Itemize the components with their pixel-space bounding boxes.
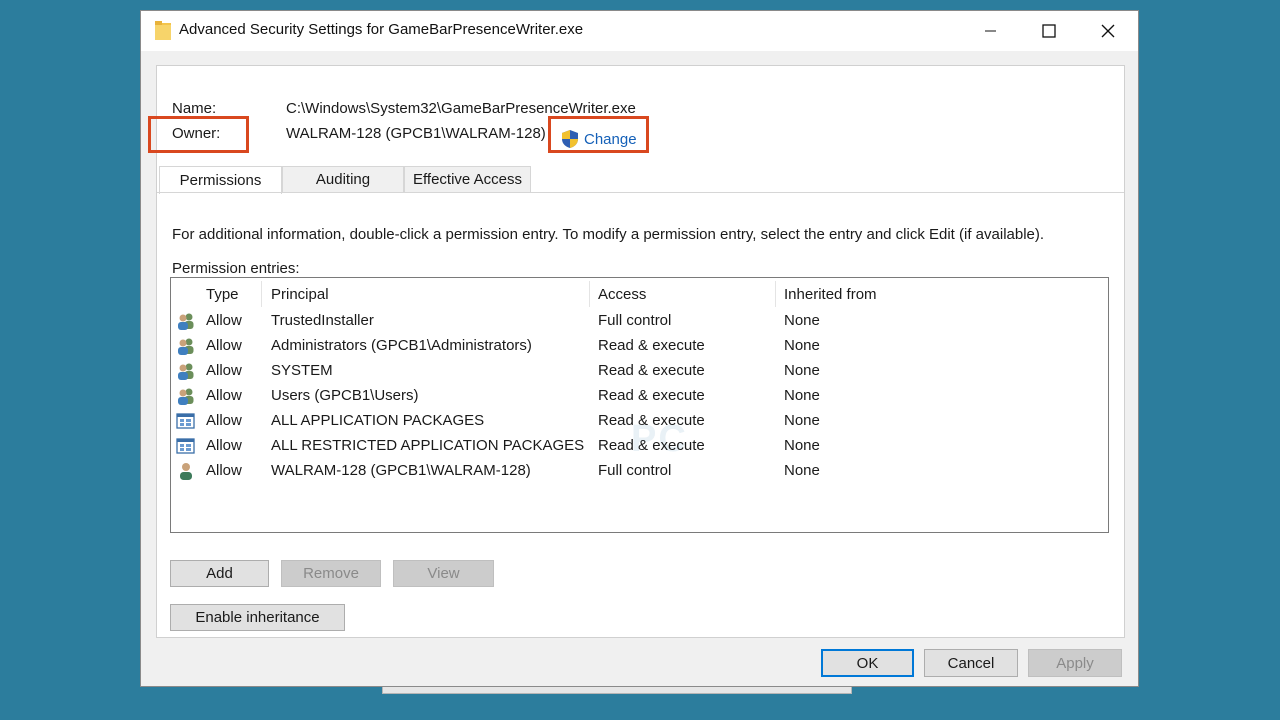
entry-type: Allow xyxy=(206,437,242,454)
table-row[interactable]: Allow TrustedInstaller Full control None xyxy=(171,309,1108,333)
close-icon xyxy=(1101,24,1115,38)
instructions-text: For additional information, double-click… xyxy=(172,226,1045,243)
cancel-button[interactable]: Cancel xyxy=(924,649,1018,677)
entry-access: Full control xyxy=(598,312,672,329)
window-title: Advanced Security Settings for GameBarPr… xyxy=(179,21,584,38)
group-users-icon xyxy=(178,338,194,355)
entry-principal: ALL RESTRICTED APPLICATION PACKAGES xyxy=(271,437,585,454)
add-button[interactable]: Add xyxy=(170,560,269,587)
tab-auditing-label: Auditing xyxy=(315,171,371,188)
name-value: C:\Windows\System32\GameBarPresenceWrite… xyxy=(286,100,636,117)
single-user-icon xyxy=(180,463,192,480)
app-package-icon xyxy=(176,413,195,429)
entry-inherited: None xyxy=(784,337,820,354)
view-button-label: View xyxy=(427,565,460,582)
tab-effective-access[interactable]: Effective Access xyxy=(404,166,531,193)
table-row[interactable]: Allow Administrators (GPCB1\Administrato… xyxy=(171,334,1108,358)
tab-auditing[interactable]: Auditing xyxy=(282,166,404,193)
change-link-label: Change xyxy=(584,130,637,148)
name-label: Name: xyxy=(172,100,217,117)
table-row[interactable]: Allow SYSTEM Read & execute None xyxy=(171,359,1108,383)
tab-permissions[interactable]: Permissions xyxy=(159,166,282,194)
maximize-icon xyxy=(1042,24,1056,38)
entry-type: Allow xyxy=(206,312,242,329)
entry-principal: Administrators (GPCB1\Administrators) xyxy=(271,337,532,354)
column-principal[interactable]: Principal xyxy=(271,286,329,303)
maximize-button[interactable] xyxy=(1020,11,1078,51)
entry-access: Read & execute xyxy=(598,337,705,354)
security-settings-window: Advanced Security Settings for GameBarPr… xyxy=(140,10,1139,687)
column-type[interactable]: Type xyxy=(206,286,239,303)
enable-inheritance-label: Enable inheritance xyxy=(195,609,320,626)
entry-principal: Users (GPCB1\Users) xyxy=(271,387,419,404)
entry-type: Allow xyxy=(206,412,242,429)
entry-inherited: None xyxy=(784,412,820,429)
table-row[interactable]: Allow ALL APPLICATION PACKAGES Read & ex… xyxy=(171,409,1108,433)
permission-entries-list[interactable]: PC Type Principal Access Inherited from … xyxy=(170,277,1109,533)
remove-button[interactable]: Remove xyxy=(281,560,381,587)
entry-principal: WALRAM-128 (GPCB1\WALRAM-128) xyxy=(271,462,531,479)
entry-type: Allow xyxy=(206,337,242,354)
tab-effective-access-label: Effective Access xyxy=(413,171,522,188)
entry-inherited: None xyxy=(784,362,820,379)
entry-access: Full control xyxy=(598,462,672,479)
entry-type: Allow xyxy=(206,362,242,379)
add-button-label: Add xyxy=(206,565,233,582)
entry-access: Read & execute xyxy=(598,362,705,379)
column-inherited-from[interactable]: Inherited from xyxy=(784,286,877,303)
entry-inherited: None xyxy=(784,437,820,454)
tab-divider xyxy=(157,192,1124,193)
table-row[interactable]: Allow Users (GPCB1\Users) Read & execute… xyxy=(171,384,1108,408)
enable-inheritance-button[interactable]: Enable inheritance xyxy=(170,604,345,631)
entry-principal: TrustedInstaller xyxy=(271,312,374,329)
entry-inherited: None xyxy=(784,387,820,404)
entry-access: Read & execute xyxy=(598,387,705,404)
minimize-icon xyxy=(985,30,996,32)
change-owner-link[interactable]: Change xyxy=(560,127,637,151)
table-row[interactable]: Allow WALRAM-128 (GPCB1\WALRAM-128) Full… xyxy=(171,459,1108,483)
entry-type: Allow xyxy=(206,462,242,479)
tab-permissions-label: Permissions xyxy=(179,172,262,189)
cancel-button-label: Cancel xyxy=(947,654,995,672)
entry-inherited: None xyxy=(784,462,820,479)
app-package-icon xyxy=(176,438,195,454)
view-button[interactable]: View xyxy=(393,560,494,587)
column-access[interactable]: Access xyxy=(598,286,646,303)
entry-type: Allow xyxy=(206,387,242,404)
entry-access: Read & execute xyxy=(598,412,705,429)
entry-principal: SYSTEM xyxy=(271,362,333,379)
apply-button-label: Apply xyxy=(1056,654,1094,672)
entry-access: Read & execute xyxy=(598,437,705,454)
minimize-button[interactable] xyxy=(962,11,1020,51)
entries-label: Permission entries: xyxy=(172,260,300,277)
apply-button[interactable]: Apply xyxy=(1028,649,1122,677)
group-users-icon xyxy=(178,363,194,380)
column-separator xyxy=(589,281,590,307)
owner-label: Owner: xyxy=(172,125,221,142)
folder-icon xyxy=(155,21,171,40)
group-users-icon xyxy=(178,313,194,330)
remove-button-label: Remove xyxy=(303,565,359,582)
ok-button-label: OK xyxy=(856,654,879,672)
owner-value: WALRAM-128 (GPCB1\WALRAM-128) xyxy=(286,125,546,142)
column-separator xyxy=(261,281,262,307)
entry-principal: ALL APPLICATION PACKAGES xyxy=(271,412,485,429)
entry-inherited: None xyxy=(784,312,820,329)
uac-shield-icon xyxy=(562,130,578,148)
group-users-icon xyxy=(178,388,194,405)
settings-panel: Name: C:\Windows\System32\GameBarPresenc… xyxy=(148,65,1125,638)
column-separator xyxy=(775,281,776,307)
close-button[interactable] xyxy=(1079,11,1137,51)
ok-button[interactable]: OK xyxy=(821,649,914,677)
table-row[interactable]: Allow ALL RESTRICTED APPLICATION PACKAGE… xyxy=(171,434,1108,458)
title-bar[interactable]: Advanced Security Settings for GameBarPr… xyxy=(141,11,1138,51)
